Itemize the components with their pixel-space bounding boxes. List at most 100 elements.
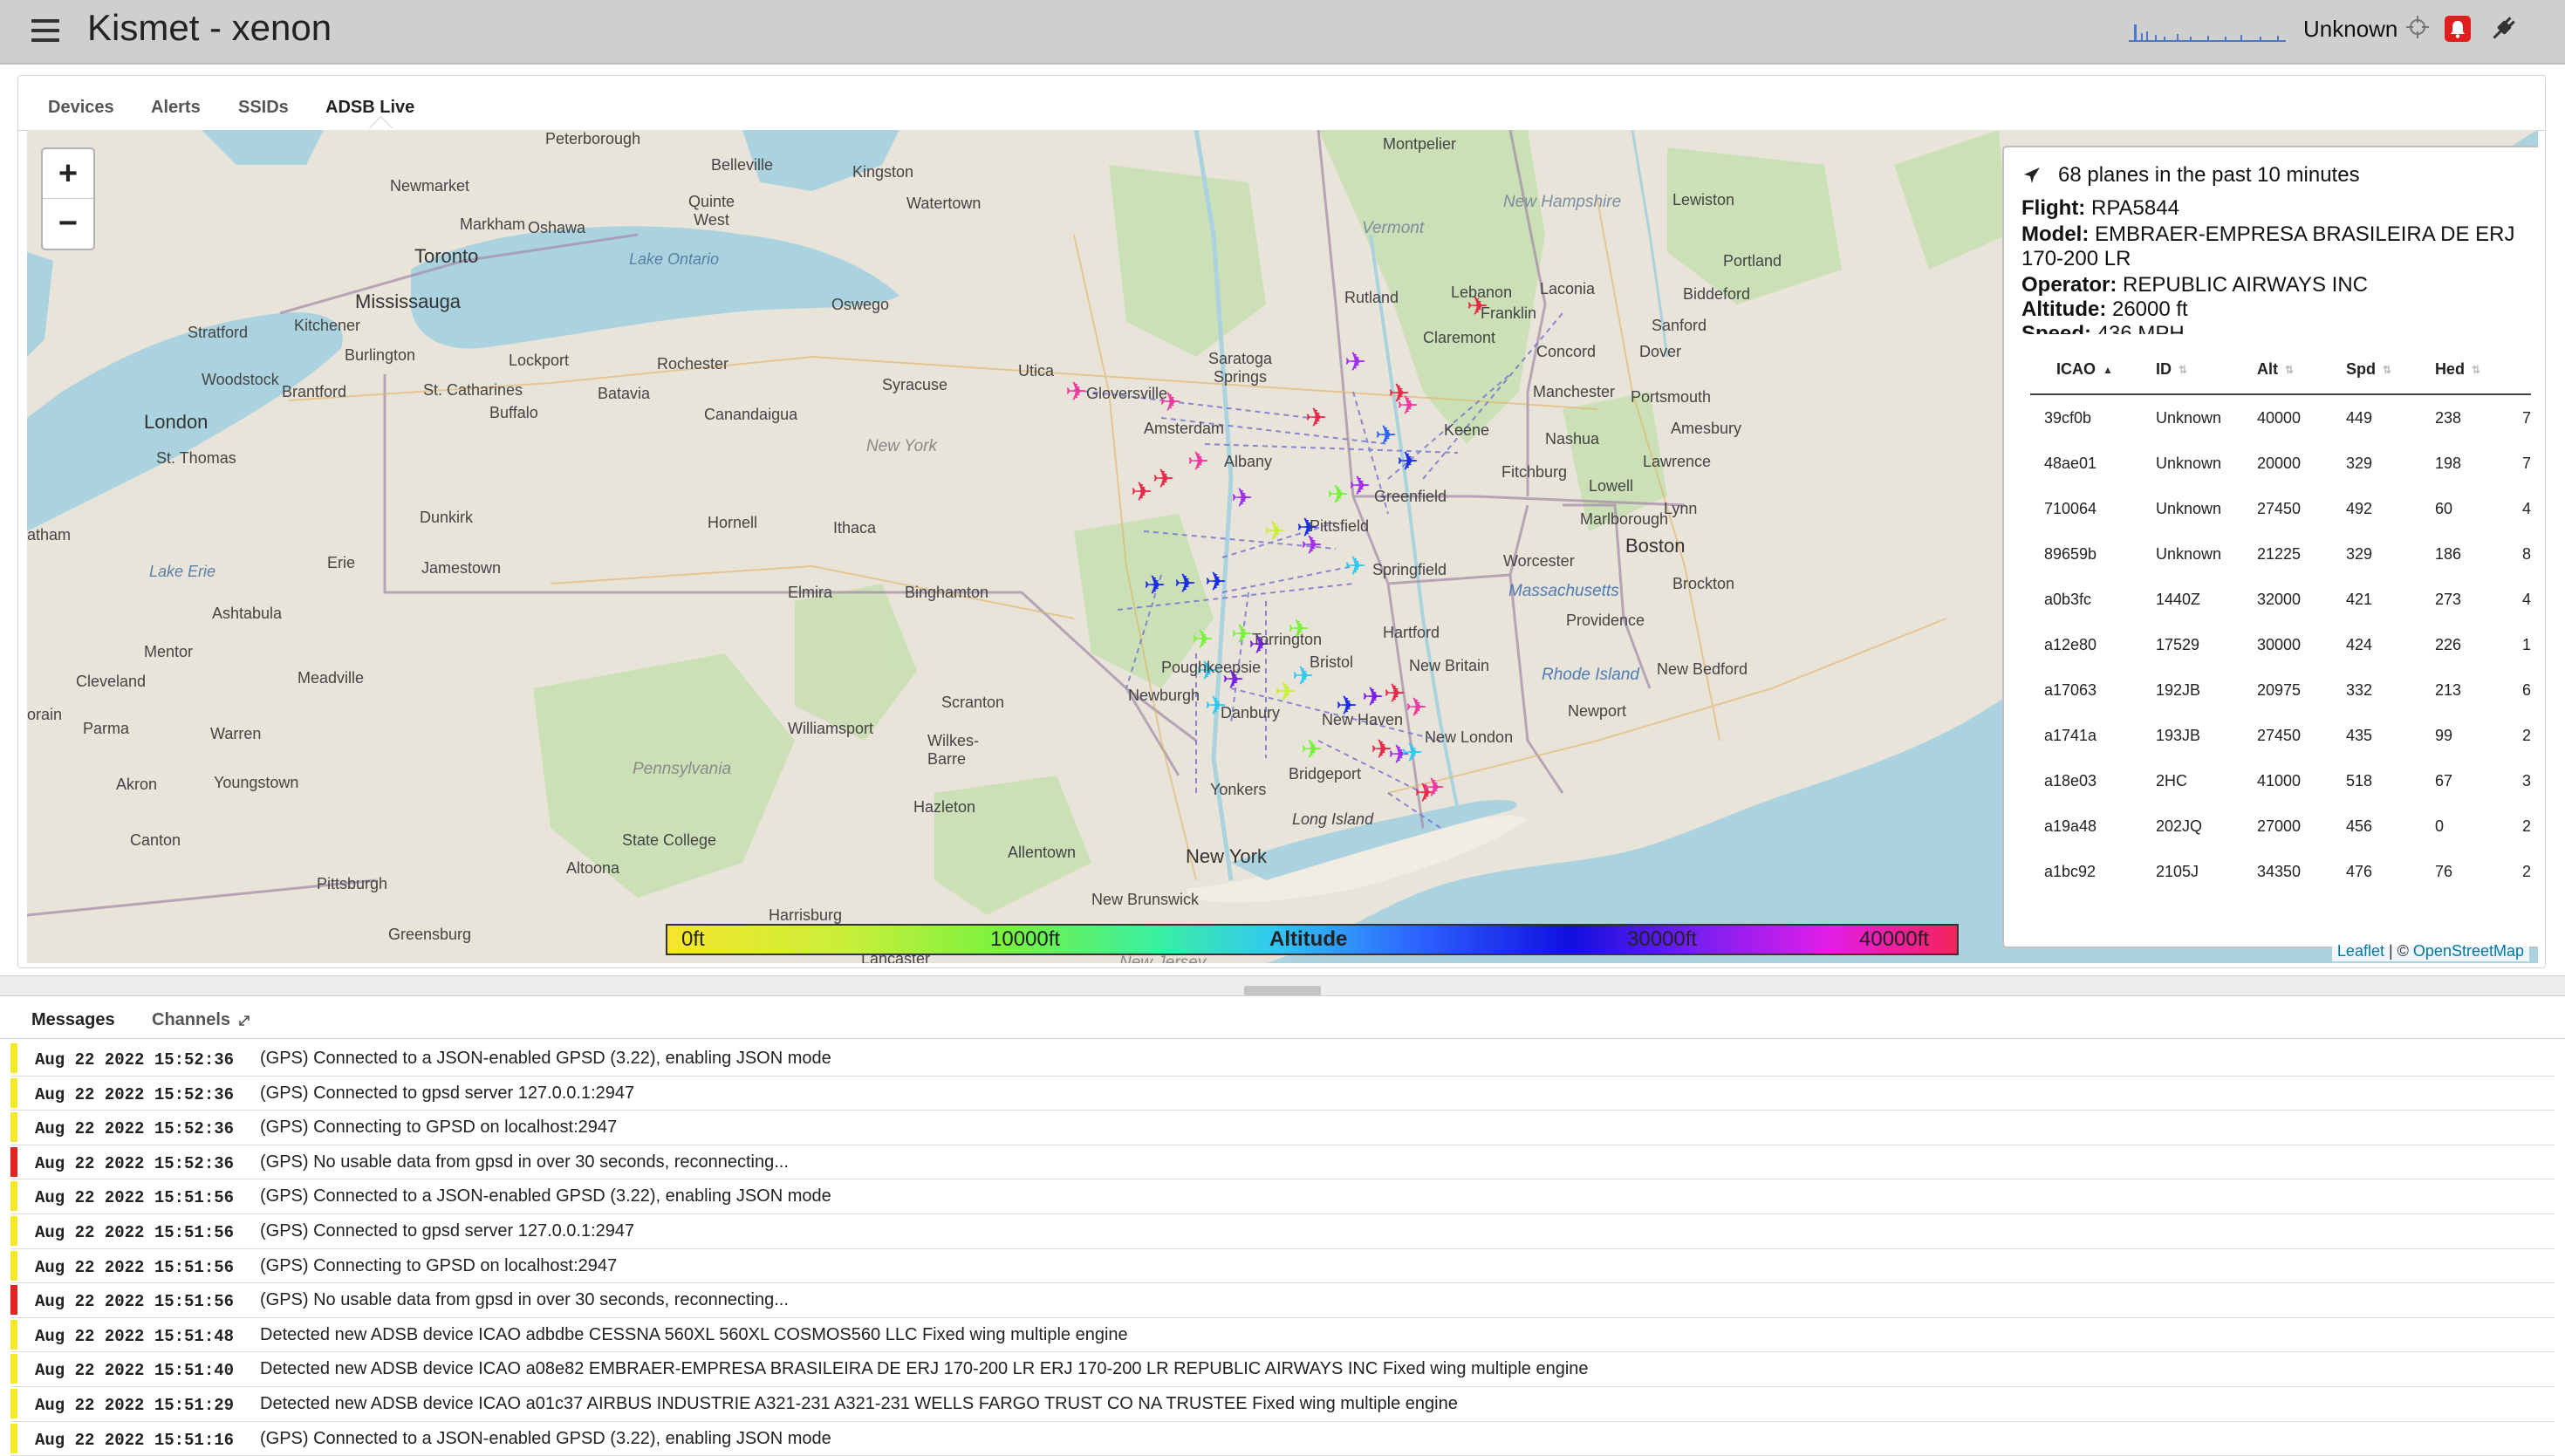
adsb-map[interactable]: ✈ ✈ ✈ ✈ ✈ ✈ ✈ ✈ ✈ ✈ ✈ ✈ ✈ ✈ ✈ ✈ ✈ ✈ ✈ ✈: [27, 130, 2538, 963]
table-cell: 2: [2521, 862, 2531, 880]
model-detail: Model: EMBRAER-EMPRESA BRASILEIRA DE ERJ…: [2021, 222, 2515, 270]
table-row[interactable]: a19a48 202JQ 27000 456 0 2: [2030, 803, 2531, 849]
table-cell: 20975: [2256, 680, 2302, 699]
map-label: Syracuse: [882, 376, 948, 393]
message-text: (GPS) Connected to gpsd server 127.0.0.1…: [260, 1220, 635, 1241]
map-label: Buffalo: [489, 404, 538, 421]
plug-icon[interactable]: [2488, 14, 2518, 44]
zoom-in-button[interactable]: +: [43, 149, 93, 199]
table-row[interactable]: 710064 Unknown 27450 492 60 4: [2030, 486, 2531, 531]
table-row[interactable]: 48ae01 Unknown 20000 329 198 7: [2030, 441, 2531, 486]
map-label: Meadville: [298, 669, 365, 687]
table-cell: a1741a: [2044, 726, 2097, 744]
alert-bell-icon[interactable]: [2445, 16, 2471, 42]
map-label: Gloversville: [1086, 385, 1168, 402]
column-header-spd[interactable]: Spd ⇅: [2345, 345, 2435, 395]
message-timestamp: Aug 22 2022 15:51:16: [35, 1430, 235, 1450]
message-row: Aug 22 2022 15:51:56 (GPS) Connected to a…: [10, 1179, 2555, 1214]
map-label: Lynn: [1664, 500, 1698, 517]
map-label: Markham: [460, 215, 526, 233]
pane-splitter[interactable]: [0, 975, 2565, 996]
table-cell: 0: [2434, 817, 2444, 835]
column-header-alt[interactable]: Alt ⇅: [2256, 345, 2346, 395]
map-label: Poughkeepsie: [1161, 659, 1262, 676]
message-text: (GPS) Connected to a JSON-enabled GPSD (…: [260, 1049, 831, 1068]
map-label: Torrington: [1252, 631, 1323, 648]
popout-icon[interactable]: [237, 1014, 251, 1028]
column-header-icao[interactable]: ICAO ▲: [2030, 345, 2156, 395]
table-cell: 193JB: [2155, 726, 2201, 744]
message-row: Aug 22 2022 15:51:56 (GPS) Connecting to …: [10, 1249, 2555, 1284]
table-cell: 226: [2434, 635, 2461, 653]
table-cell: 20000: [2256, 454, 2302, 472]
table-row[interactable]: 89659b Unknown 21225 329 186 8: [2030, 531, 2531, 577]
message-timestamp: Aug 22 2022 15:51:56: [35, 1292, 235, 1312]
table-cell: 76: [2434, 862, 2452, 880]
map-label: Hazleton: [913, 798, 976, 816]
table-row[interactable]: 39cf0b Unknown 40000 449 238 7: [2030, 394, 2531, 441]
table-cell: 39cf0b: [2044, 408, 2092, 427]
table-row[interactable]: a12e80 17529 30000 424 226 1: [2030, 622, 2531, 667]
table-cell: 89659b: [2044, 544, 2097, 563]
tab-devices[interactable]: Devices: [48, 98, 114, 118]
table-row[interactable]: a17063 192JB 20975 332 213 6: [2030, 667, 2531, 713]
table-row[interactable]: a0b3fc 1440Z 32000 421 273 4: [2030, 577, 2531, 622]
tab-ssids[interactable]: SSIDs: [238, 98, 289, 118]
map-label: Watertown: [906, 195, 982, 212]
message-timestamp: Aug 22 2022 15:51:29: [35, 1395, 235, 1415]
message-timestamp: Aug 22 2022 15:51:56: [35, 1257, 235, 1277]
leaflet-link[interactable]: Leaflet: [2337, 942, 2384, 960]
table-cell: 332: [2345, 680, 2372, 699]
tab-messages[interactable]: Messages: [31, 1010, 115, 1030]
severity-bar: [10, 1285, 17, 1316]
map-label: Ashtabula: [212, 605, 283, 622]
plane-marker: ✈: [1344, 347, 1366, 378]
altitude-legend: 0ft 10000ft Altitude 30000ft 40000ft: [666, 924, 1959, 955]
map-label: Mississauga: [355, 291, 462, 312]
table-cell: 30000: [2256, 635, 2302, 653]
map-label: atham: [27, 526, 72, 543]
table-row[interactable]: a1741a 193JB 27450 435 99 2: [2030, 713, 2531, 758]
plane-marker: ✈: [1192, 625, 1214, 655]
table-cell: a19a48: [2044, 817, 2097, 835]
tab-alerts[interactable]: Alerts: [151, 98, 201, 118]
gps-crosshair-icon[interactable]: [2404, 14, 2431, 40]
adsb-info-panel: 68 planes in the past 10 minutes Flight:…: [2002, 146, 2538, 948]
openstreetmap-link[interactable]: OpenStreetMap: [2413, 942, 2524, 960]
table-row[interactable]: a18e03 2HC 41000 518 67 3: [2030, 758, 2531, 803]
table-cell: a17063: [2044, 680, 2097, 699]
message-timestamp: Aug 22 2022 15:52:36: [35, 1050, 235, 1070]
gps-status-text[interactable]: Unknown: [2303, 16, 2397, 43]
zoom-control: + −: [41, 147, 95, 250]
column-header-extra[interactable]: [2521, 345, 2531, 395]
map-label: Bristol: [1310, 653, 1354, 671]
table-cell: 273: [2434, 590, 2461, 608]
plane-marker: ✈: [1344, 551, 1366, 582]
plane-marker: ✈: [1349, 471, 1371, 502]
plane-marker: ✈: [1144, 571, 1166, 601]
plane-marker: ✈: [1264, 516, 1286, 547]
column-header-id[interactable]: ID ⇅: [2155, 345, 2257, 395]
hamburger-menu-icon[interactable]: [31, 19, 59, 42]
message-timestamp: Aug 22 2022 15:51:56: [35, 1222, 235, 1242]
map-label: Lake Erie: [149, 563, 216, 580]
map-label: Mentor: [144, 643, 194, 660]
message-text: Detected new ADSB device ICAO adbdbe CES…: [260, 1324, 1128, 1344]
message-text: Detected new ADSB device ICAO a08e82 EMB…: [260, 1359, 1589, 1379]
tab-adsb-live[interactable]: ADSB Live: [325, 98, 414, 118]
map-label: Cleveland: [76, 673, 147, 690]
map-label: Rutland: [1344, 289, 1399, 306]
table-cell: 192JB: [2155, 680, 2201, 699]
column-header-hed[interactable]: Hed ⇅: [2434, 345, 2522, 395]
tab-channels[interactable]: Channels: [152, 1010, 251, 1030]
map-label: Allentown: [1008, 844, 1077, 861]
map-label: Pittsburgh: [317, 875, 388, 892]
top-bar: Kismet - xenon Unknown: [0, 0, 2565, 65]
table-cell: 27000: [2256, 817, 2302, 835]
table-row[interactable]: a1bc92 2105J 34350 476 76 2: [2030, 849, 2531, 894]
table-cell: a1bc92: [2044, 862, 2096, 880]
zoom-out-button[interactable]: −: [43, 199, 93, 248]
plane-marker: ✈: [1275, 677, 1296, 707]
table-cell: 48ae01: [2044, 454, 2097, 472]
table-cell: 492: [2345, 499, 2372, 517]
